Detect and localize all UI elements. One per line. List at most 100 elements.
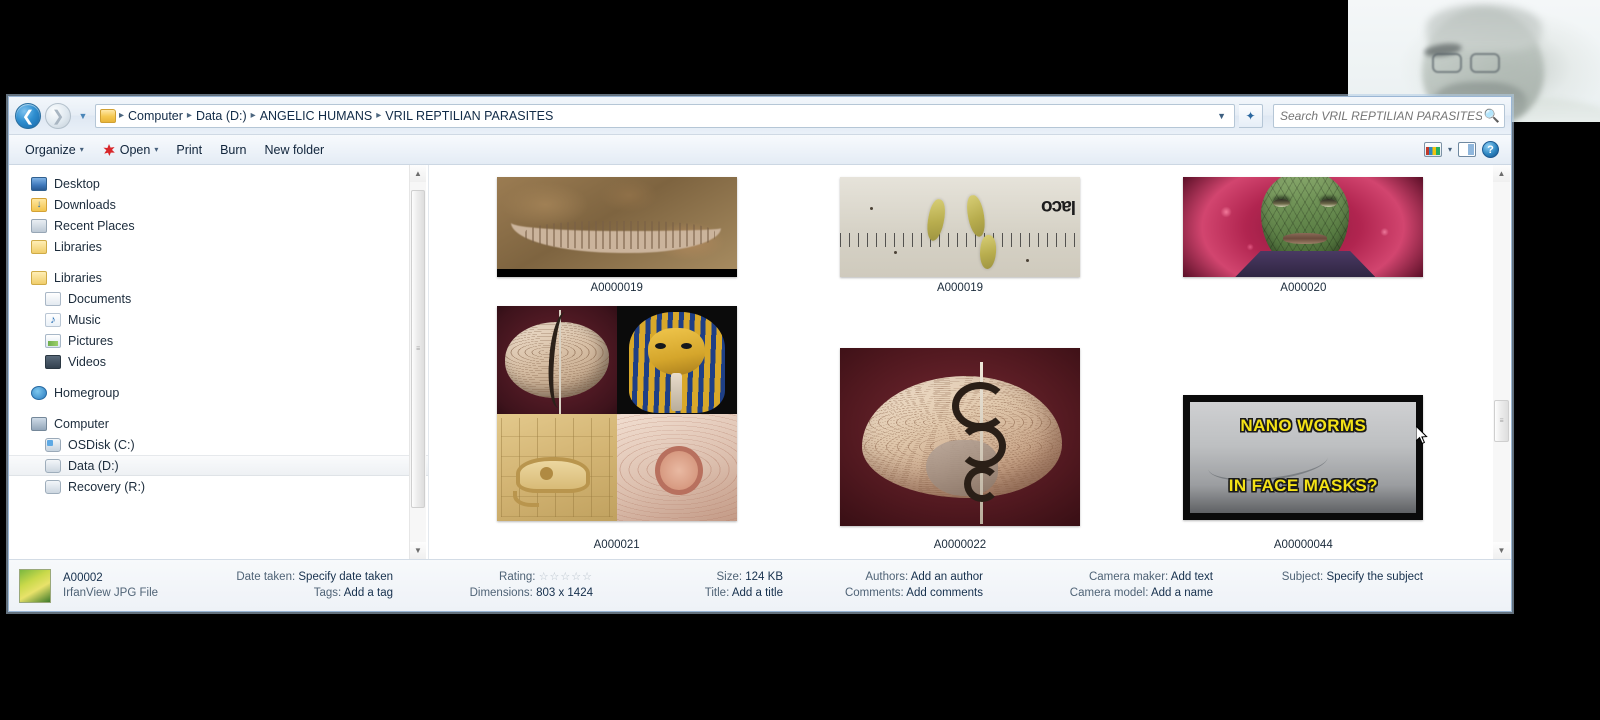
sidebar-item-data-d[interactable]: Data (D:) [9, 455, 428, 476]
navigation-pane-scrollbar[interactable]: ▲ ≡ ▼ [409, 165, 426, 559]
homegroup-icon [31, 385, 47, 400]
breadcrumb[interactable]: ▸ Computer ▸ Data (D:) ▸ ANGELIC HUMANS … [95, 103, 1235, 128]
scroll-track[interactable]: ≡ [410, 182, 426, 542]
file-list-scrollbar[interactable]: ▲ ≡ ▼ [1493, 165, 1510, 559]
camera-model-value[interactable]: Add a name [1151, 587, 1213, 599]
sidebar-item-label: Libraries [54, 270, 102, 285]
scroll-thumb[interactable]: ≡ [1494, 400, 1509, 442]
forward-arrow-icon[interactable]: ❯ [45, 102, 71, 129]
comments-value[interactable]: Add comments [906, 587, 983, 599]
authors-field[interactable]: Authors: Add an author [783, 571, 983, 584]
search-input[interactable] [1278, 107, 1484, 124]
reptilian-face-thumbnail[interactable] [1183, 177, 1424, 277]
thumbnail-wrap [445, 165, 788, 277]
date-taken-value[interactable]: Specify date taken [298, 571, 393, 583]
larvae-on-ruler-thumbnail[interactable]: laco [839, 177, 1080, 277]
comments-field[interactable]: Comments: Add comments [783, 587, 983, 600]
sidebar-item-documents[interactable]: Documents [9, 288, 428, 309]
pineal-region [655, 445, 704, 496]
tags-value[interactable]: Add a tag [344, 587, 393, 599]
file-row: A000021 A0000022 NANO WORMS IN FACE MASK… [445, 306, 1475, 559]
burn-button[interactable]: Burn [212, 139, 254, 161]
scroll-thumb[interactable]: ≡ [411, 190, 425, 508]
file-item-a000021[interactable]: A000021 [445, 306, 788, 559]
sidebar-item-recovery-r[interactable]: Recovery (R:) [9, 476, 428, 497]
details-column-subject: Subject: Specify the subject [1213, 571, 1423, 600]
date-taken-field[interactable]: Date taken: Specify date taken [193, 571, 393, 584]
subject-value[interactable]: Specify the subject [1326, 571, 1423, 583]
scroll-down-arrow[interactable]: ▼ [410, 542, 426, 559]
collage-brain-cross-section [616, 413, 737, 521]
debris-speck [869, 207, 873, 210]
sidebar-item-osdisk-c[interactable]: OSDisk (C:) [9, 434, 428, 455]
chevron-down-icon[interactable]: ▼ [1211, 111, 1232, 121]
computer-icon [31, 416, 47, 431]
sidebar-item-label: Libraries [54, 239, 102, 254]
new-folder-button[interactable]: New folder [256, 139, 332, 161]
scroll-up-arrow[interactable]: ▲ [1493, 165, 1510, 182]
sidebar-item-homegroup[interactable]: Homegroup [9, 382, 428, 403]
open-button[interactable]: Open ▾ [94, 139, 167, 161]
sidebar-item-downloads[interactable]: Downloads [9, 194, 428, 215]
camera-model-field[interactable]: Camera model: Add a name [983, 587, 1213, 600]
breadcrumb-item-angelic-humans[interactable]: ANGELIC HUMANS [257, 109, 376, 123]
change-view-icon[interactable] [1423, 142, 1442, 157]
size-value: 124 KB [745, 571, 783, 583]
brain-caduceus-thumbnail[interactable] [839, 348, 1080, 526]
print-button[interactable]: Print [168, 139, 210, 161]
sidebar-item-music[interactable]: Music [9, 309, 428, 330]
sidebar-item-videos[interactable]: Videos [9, 351, 428, 372]
back-arrow-icon[interactable]: ❮ [15, 102, 41, 129]
organize-button[interactable]: Organize ▾ [17, 139, 92, 161]
authors-value[interactable]: Add an author [911, 571, 983, 583]
history-dropdown-icon[interactable]: ▼ [75, 103, 91, 129]
sidebar-item-desktop[interactable]: Desktop [9, 173, 428, 194]
file-list-view[interactable]: A0000019 laco A000019 A000020 A000021 A0… [429, 165, 1511, 559]
scroll-down-arrow[interactable]: ▼ [1493, 542, 1510, 559]
search-icon[interactable]: 🔍 [1484, 108, 1500, 124]
camera-maker-field[interactable]: Camera maker: Add text [983, 571, 1213, 584]
file-item-a0000022[interactable]: A0000022 [788, 306, 1131, 559]
nav-group-favorites: Desktop Downloads Recent Places Librarie… [9, 173, 428, 257]
tags-field[interactable]: Tags: Add a tag [193, 587, 393, 600]
navigation-pane: Desktop Downloads Recent Places Librarie… [9, 165, 429, 559]
preview-pane-icon[interactable] [1458, 142, 1476, 157]
address-bar: ❮ ❯ ▼ ▸ Computer ▸ Data (D:) ▸ ANGELIC H… [9, 97, 1511, 135]
file-item-a0000019[interactable]: A0000019 [445, 165, 788, 306]
breadcrumb-item-data-d[interactable]: Data (D:) [193, 109, 250, 123]
folder-icon [100, 108, 116, 123]
subject-field[interactable]: Subject: Specify the subject [1213, 571, 1423, 584]
file-item-a00000044[interactable]: NANO WORMS IN FACE MASKS? A00000044 [1132, 306, 1475, 559]
search-box[interactable]: 🔍 [1273, 103, 1505, 128]
worm-in-soil-thumbnail[interactable] [496, 177, 737, 277]
scroll-grip-icon: ≡ [1499, 417, 1504, 425]
brain-pharaoh-collage-thumbnail[interactable] [496, 306, 737, 521]
file-item-a000020[interactable]: A000020 [1132, 165, 1475, 306]
help-icon[interactable]: ? [1482, 141, 1499, 158]
window-body: Desktop Downloads Recent Places Librarie… [9, 165, 1511, 559]
subject-spacer [1213, 587, 1423, 600]
size-field: Size: 124 KB [593, 571, 783, 584]
nano-worms-face-masks-thumbnail[interactable]: NANO WORMS IN FACE MASKS? [1183, 395, 1424, 520]
rating-stars[interactable]: ☆☆☆☆☆ [539, 571, 593, 583]
sidebar-item-libraries[interactable]: Libraries [9, 267, 428, 288]
sidebar-item-label: Pictures [68, 333, 114, 348]
breadcrumb-item-computer[interactable]: Computer [125, 109, 186, 123]
sidebar-item-pictures[interactable]: Pictures [9, 330, 428, 351]
breadcrumb-item-vril-reptilian-parasites[interactable]: VRIL REPTILIAN PARASITES [382, 109, 556, 123]
chevron-down-icon[interactable]: ▾ [1448, 145, 1452, 154]
sidebar-item-label: Data (D:) [68, 458, 119, 473]
screen: ❮ ❯ ▼ ▸ Computer ▸ Data (D:) ▸ ANGELIC H… [0, 0, 1600, 720]
sidebar-item-computer[interactable]: Computer [9, 413, 428, 434]
title-value[interactable]: Add a title [732, 587, 783, 599]
rating-field[interactable]: Rating: ☆☆☆☆☆ [393, 571, 593, 584]
refresh-icon[interactable]: ✦ [1239, 103, 1263, 128]
camera-maker-value[interactable]: Add text [1171, 571, 1213, 583]
title-field[interactable]: Title: Add a title [593, 587, 783, 600]
file-item-a000019[interactable]: laco A000019 [788, 165, 1131, 306]
scroll-up-arrow[interactable]: ▲ [410, 165, 426, 182]
sidebar-item-libraries-fav[interactable]: Libraries [9, 236, 428, 257]
sidebar-item-recent-places[interactable]: Recent Places [9, 215, 428, 236]
scroll-track[interactable]: ≡ [1493, 182, 1510, 542]
collage-eye-of-horus [496, 413, 617, 521]
